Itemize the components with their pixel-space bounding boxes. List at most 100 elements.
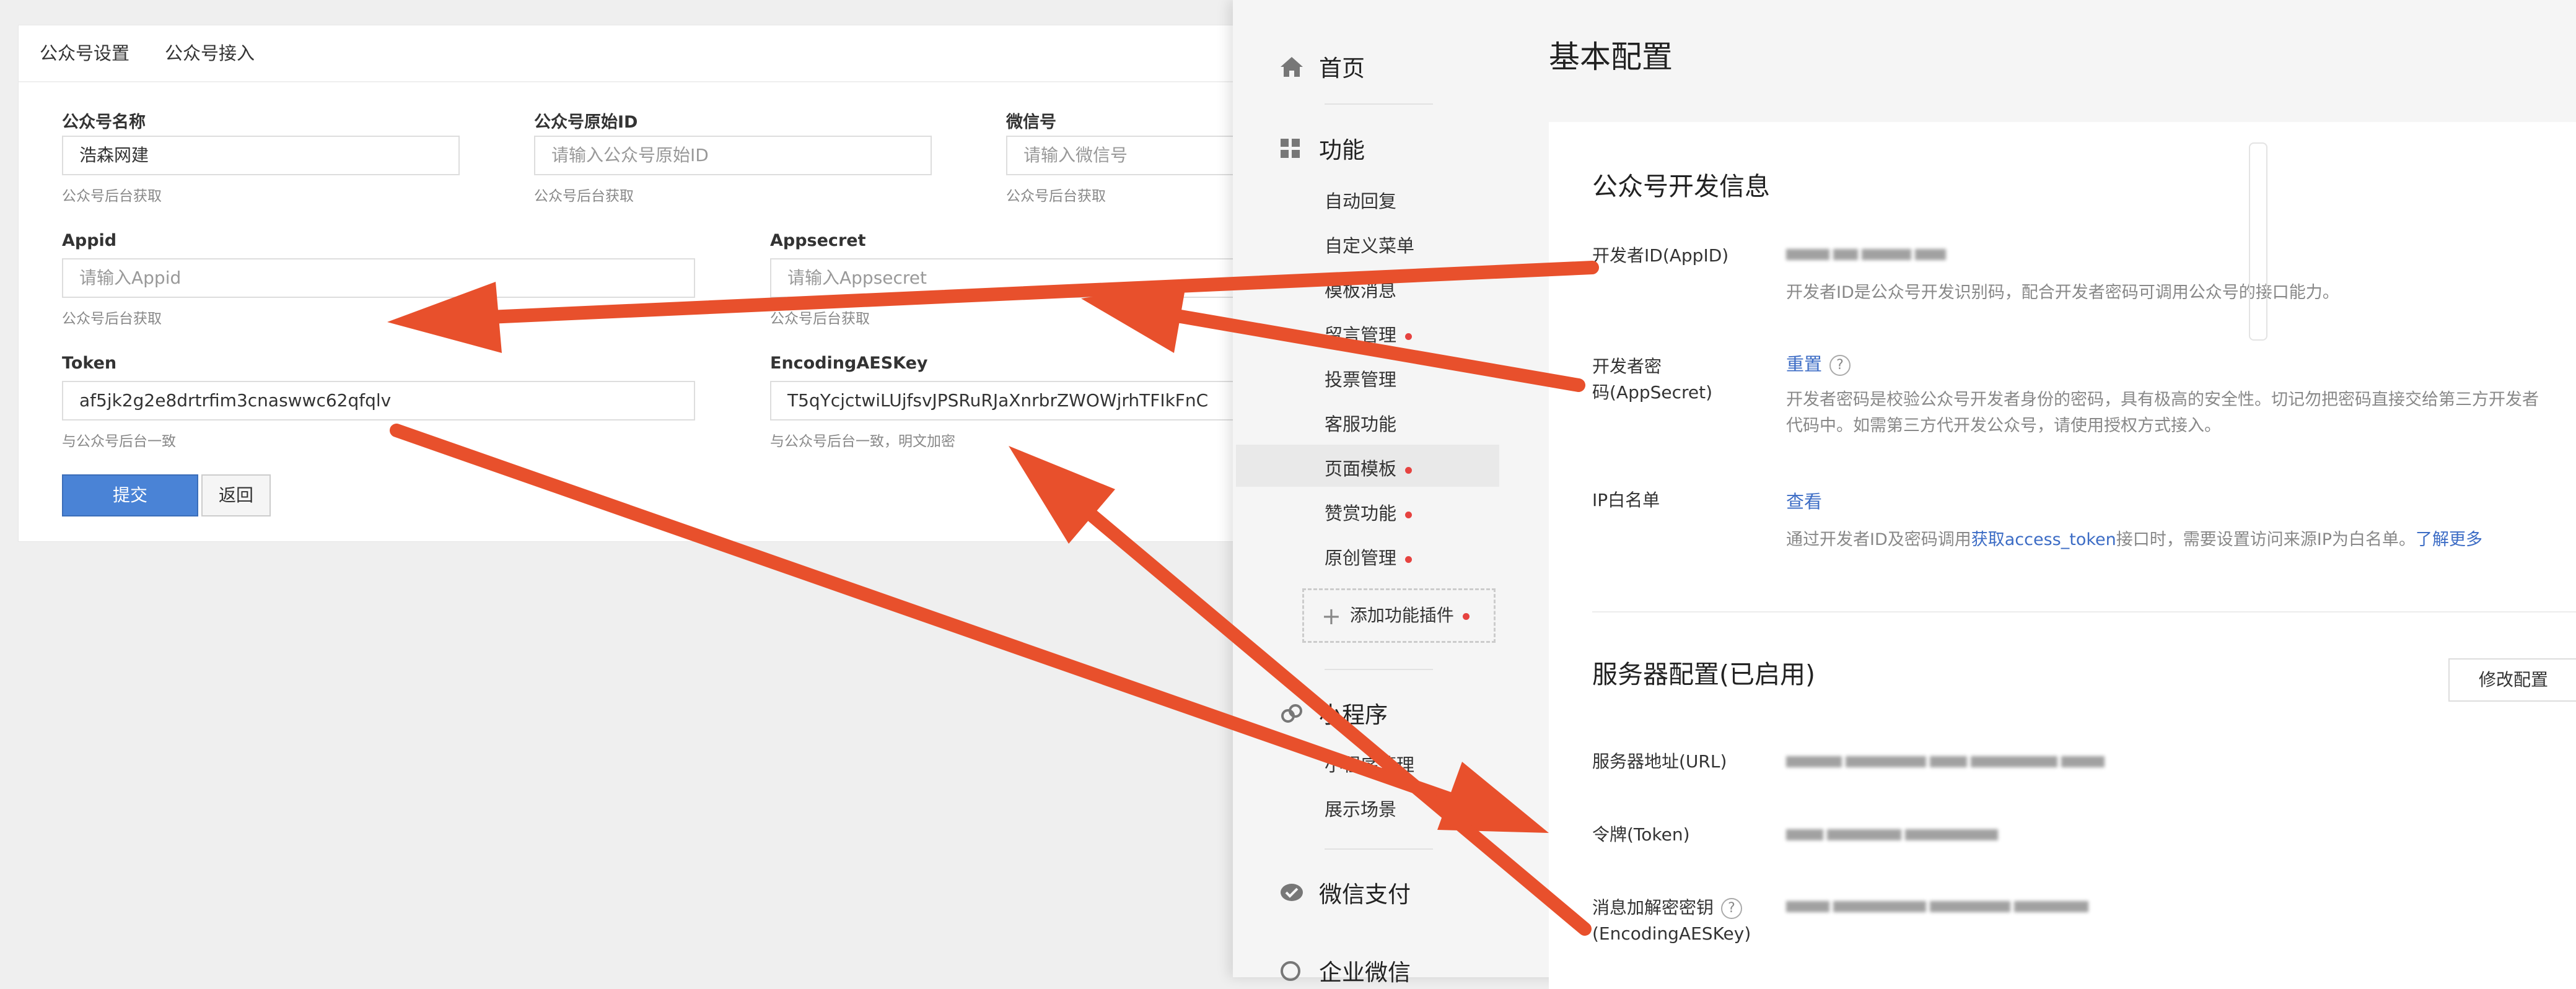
scroll-edge	[2249, 142, 2267, 341]
sidebar-item-comments[interactable]: 留言管理	[1325, 321, 1413, 347]
appid-label: Appid	[62, 231, 117, 250]
ip-desc-text: 接口时，需要设置访问来源IP为白名单。	[2116, 530, 2416, 549]
sidebar-item-auto-reply[interactable]: 自动回复	[1325, 187, 1396, 213]
dev-info-title: 公众号开发信息	[1592, 172, 1770, 201]
aeskey-label: EncodingAESKey	[770, 354, 928, 373]
page-title: 基本配置	[1549, 39, 1673, 75]
appid-input[interactable]: 请输入Appid	[62, 258, 695, 298]
submit-button[interactable]: 提交	[62, 474, 198, 516]
tab-account-access[interactable]: 公众号接入	[165, 39, 255, 65]
learn-more-link[interactable]: 了解更多	[2416, 530, 2482, 549]
reset-link-label: 重置	[1786, 354, 1823, 375]
sidebar-item-original[interactable]: 原创管理	[1325, 544, 1413, 570]
sidebar-item-custom-menu[interactable]: 自定义菜单	[1325, 232, 1414, 258]
sidebar-item-label: 投票管理	[1325, 369, 1397, 390]
secret-row-label-2: 码(AppSecret)	[1592, 382, 1713, 403]
active-tab-indicator	[19, 77, 142, 81]
aes-row-label-2: (EncodingAESKey)	[1592, 923, 1751, 944]
appid-value-redacted	[1786, 249, 1950, 263]
back-button[interactable]: 返回	[201, 474, 271, 516]
ip-desc: 通过开发者ID及密码调用获取access_token接口时，需要设置访问来源IP…	[1786, 527, 2482, 553]
home-icon	[1279, 56, 1307, 84]
sidebar-item-mini-manage[interactable]: 小程序管理	[1325, 751, 1414, 777]
sidebar-item-voting[interactable]: 投票管理	[1325, 365, 1396, 391]
token-label: Token	[62, 354, 117, 373]
plus-icon: +	[1321, 603, 1341, 630]
grid-icon	[1279, 137, 1307, 165]
wechat-id-label: 微信号	[1006, 113, 1056, 132]
token-input[interactable]: af5jk2g2e8drtrfim3cnaswwc62qfqlv	[62, 381, 695, 420]
name-hint: 公众号后台获取	[62, 188, 162, 204]
red-dot-badge	[1405, 333, 1413, 340]
sidebar-item-label: 小程序管理	[1325, 754, 1415, 775]
red-dot-badge	[1462, 612, 1470, 620]
mini-program-icon	[1279, 701, 1307, 731]
help-icon[interactable]: ?	[1829, 355, 1851, 376]
name-label: 公众号名称	[62, 113, 146, 132]
modify-config-button[interactable]: 修改配置	[2448, 658, 2576, 702]
secret-row-label-1: 开发者密	[1592, 356, 1662, 377]
secret-desc-2: 代码中。如需第三方代开发公众号，请使用授权方式接入。	[1786, 416, 2221, 435]
nav-divider	[1325, 669, 1433, 670]
appsecret-hint: 公众号后台获取	[770, 311, 870, 327]
config-card: 公众号开发信息 开发者ID(AppID) 开发者ID是公众号开发识别码，配合开发…	[1549, 122, 2576, 989]
token-row-label: 令牌(Token)	[1592, 824, 1690, 845]
sidebar-item-wechat-pay-label: 微信支付	[1319, 881, 1411, 908]
wechat-admin-panel: 首页 功能 自动回复 自定义菜单 模板消息 留言管理 投票管理 客服功能 页面模…	[1233, 0, 2576, 989]
sidebar-item-label: 客服功能	[1325, 414, 1397, 435]
nav-divider	[1325, 848, 1433, 850]
sidebar-item-page-templates[interactable]: 页面模板	[1325, 455, 1413, 481]
sidebar-item-scenes[interactable]: 展示场景	[1325, 795, 1396, 821]
wechat-id-hint: 公众号后台获取	[1006, 188, 1106, 204]
aeskey-hint: 与公众号后台一致，明文加密	[770, 434, 955, 450]
wechat-id-input[interactable]: 请输入微信号	[1006, 136, 1266, 175]
sidebar-item-label: 自定义菜单	[1325, 235, 1415, 256]
original-id-hint: 公众号后台获取	[534, 188, 634, 204]
appsecret-input[interactable]: 请输入Appsecret	[770, 258, 1266, 298]
settings-form-panel: 公众号设置 公众号接入 公众号名称 浩森网建 公众号后台获取 公众号原始ID 请…	[18, 25, 1266, 542]
sidebar-item-features[interactable]: 功能	[1279, 131, 1365, 165]
red-dot-badge	[1405, 555, 1413, 563]
token-hint: 与公众号后台一致	[62, 434, 176, 450]
add-plugin-button[interactable]: + 添加功能插件	[1302, 588, 1496, 643]
ip-desc-text: 通过开发者ID及密码调用	[1786, 530, 1971, 549]
nav-divider	[1325, 103, 1433, 105]
sidebar-item-enterprise[interactable]: 企业微信	[1279, 954, 1411, 988]
aes-row-label-1: 消息加解密密钥?	[1592, 895, 1743, 921]
ip-whitelist-label: IP白名单	[1592, 490, 1660, 510]
appsecret-label: Appsecret	[770, 231, 866, 250]
section-divider	[1592, 611, 2576, 612]
sidebar: 首页 功能 自动回复 自定义菜单 模板消息 留言管理 投票管理 客服功能 页面模…	[1233, 0, 1549, 986]
server-url-redacted	[1786, 756, 2108, 770]
tab-account-settings[interactable]: 公众号设置	[40, 39, 129, 65]
sidebar-item-enterprise-label: 企业微信	[1319, 959, 1411, 986]
sidebar-item-features-label: 功能	[1319, 137, 1365, 163]
tab-bar: 公众号设置 公众号接入	[19, 25, 1250, 82]
reset-secret-link[interactable]: 重置?	[1786, 350, 1851, 376]
sidebar-item-customer-service[interactable]: 客服功能	[1325, 410, 1396, 436]
sidebar-item-label: 留言管理	[1325, 325, 1397, 346]
aes-label-text: 消息加解密密钥	[1592, 897, 1714, 918]
wechat-pay-icon	[1279, 882, 1307, 910]
appid-row-label: 开发者ID(AppID)	[1592, 245, 1729, 266]
sidebar-item-home[interactable]: 首页	[1279, 50, 1365, 84]
sidebar-item-label: 自动回复	[1325, 191, 1397, 212]
secret-desc-1: 开发者密码是校验公众号开发者身份的密码，具有极高的安全性。切记勿把密码直接交给第…	[1786, 390, 2539, 409]
sidebar-item-template-msg[interactable]: 模板消息	[1325, 276, 1396, 302]
help-icon[interactable]: ?	[1721, 898, 1743, 919]
sidebar-item-label: 赞赏功能	[1325, 503, 1397, 524]
original-id-label: 公众号原始ID	[534, 113, 638, 132]
aeskey-input[interactable]: T5qYcjctwiLUjfsvJPSRuRJaXnrbrZWOWjrhTFIk…	[770, 381, 1266, 420]
red-dot-badge	[1405, 466, 1413, 474]
sidebar-item-wechat-pay[interactable]: 微信支付	[1279, 876, 1411, 910]
token-redacted	[1786, 829, 2002, 843]
account-name-input[interactable]: 浩森网建	[62, 136, 460, 175]
view-ip-link[interactable]: 查看	[1786, 487, 1822, 513]
server-config-title: 服务器配置(已启用)	[1592, 660, 1815, 689]
access-token-link[interactable]: 获取access_token	[1971, 530, 2116, 549]
sidebar-item-mini-program[interactable]: 小程序	[1279, 696, 1388, 731]
sidebar-item-reward[interactable]: 赞赏功能	[1325, 499, 1413, 525]
original-id-input[interactable]: 请输入公众号原始ID	[534, 136, 932, 175]
aes-redacted	[1786, 901, 2092, 915]
red-dot-badge	[1405, 511, 1413, 518]
